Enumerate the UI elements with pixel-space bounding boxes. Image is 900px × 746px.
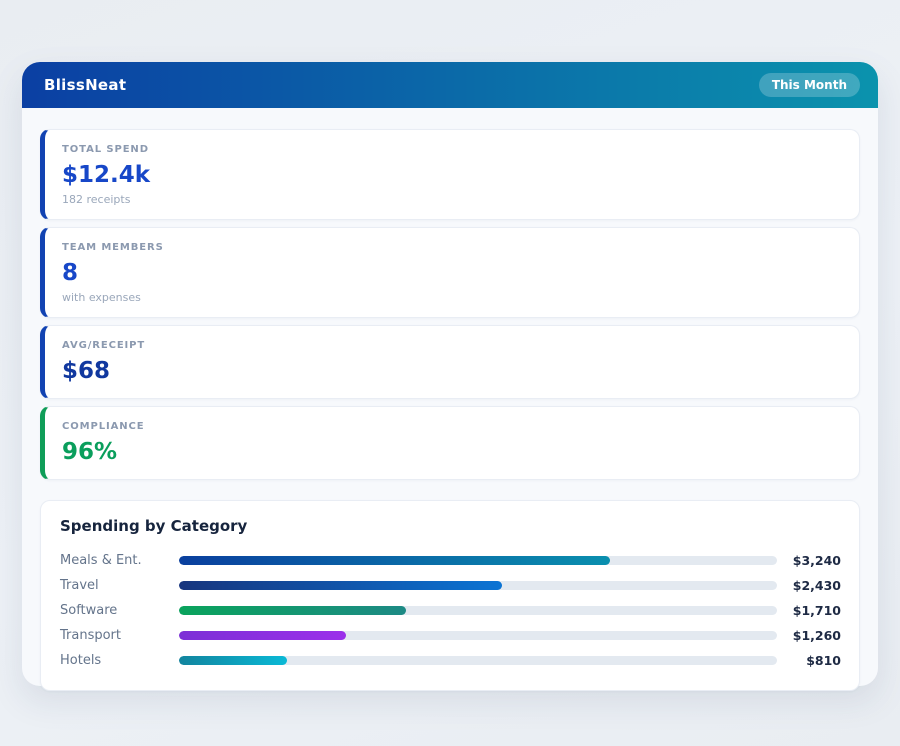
- category-label: Meals & Ent.: [60, 553, 179, 568]
- bar-track: [179, 606, 777, 615]
- bar-track: [179, 656, 777, 665]
- category-value: $1,260: [777, 628, 841, 643]
- app-title: BlissNeat: [44, 76, 126, 94]
- category-value: $3,240: [777, 553, 841, 568]
- bar-fill: [179, 581, 502, 590]
- chart-rows: Meals & Ent. $3,240 Travel $2,430 Software $1…: [60, 548, 841, 673]
- stat-value: 8: [62, 258, 841, 288]
- chart-row: Meals & Ent. $3,240: [60, 548, 841, 573]
- app-header: BlissNeat This Month: [22, 62, 878, 108]
- stat-label: TOTAL SPEND: [62, 143, 841, 156]
- stat-sub: with expenses: [62, 291, 841, 305]
- stat-value: 96%: [62, 437, 841, 467]
- spending-chart-card: Spending by Category Meals & Ent. $3,240 T…: [40, 500, 860, 691]
- chart-row: Travel $2,430: [60, 573, 841, 598]
- bar-fill: [179, 556, 610, 565]
- stat-label: TEAM MEMBERS: [62, 241, 841, 254]
- bar-fill: [179, 606, 406, 615]
- stat-card-compliance: COMPLIANCE 96%: [40, 406, 860, 480]
- stat-card-avg-receipt: AVG/RECEIPT $68: [40, 325, 860, 399]
- bar-track: [179, 556, 777, 565]
- chart-row: Software $1,710: [60, 598, 841, 623]
- stat-label: COMPLIANCE: [62, 420, 841, 433]
- bar-track: [179, 581, 777, 590]
- category-label: Software: [60, 603, 179, 618]
- stat-sub: 182 receipts: [62, 193, 841, 207]
- bar-fill: [179, 631, 346, 640]
- stat-value: $12.4k: [62, 160, 841, 190]
- category-value: $810: [777, 653, 841, 668]
- category-value: $1,710: [777, 603, 841, 618]
- chart-row: Transport $1,260: [60, 623, 841, 648]
- category-label: Hotels: [60, 653, 179, 668]
- category-value: $2,430: [777, 578, 841, 593]
- category-label: Travel: [60, 578, 179, 593]
- stats-section: TOTAL SPEND $12.4k 182 receipts TEAM MEMBER…: [22, 108, 878, 480]
- category-label: Transport: [60, 628, 179, 643]
- chart-row: Hotels $810: [60, 648, 841, 673]
- dashboard-container: BlissNeat This Month TOTAL SPEND $12.4k 18…: [22, 62, 878, 686]
- chart-title: Spending by Category: [60, 517, 841, 535]
- stat-value: $68: [62, 356, 841, 386]
- stat-card-total-spend: TOTAL SPEND $12.4k 182 receipts: [40, 129, 860, 220]
- stat-card-team-members: TEAM MEMBERS 8 with expenses: [40, 227, 860, 318]
- bar-track: [179, 631, 777, 640]
- stat-label: AVG/RECEIPT: [62, 339, 841, 352]
- bar-fill: [179, 656, 287, 665]
- period-badge[interactable]: This Month: [759, 73, 860, 97]
